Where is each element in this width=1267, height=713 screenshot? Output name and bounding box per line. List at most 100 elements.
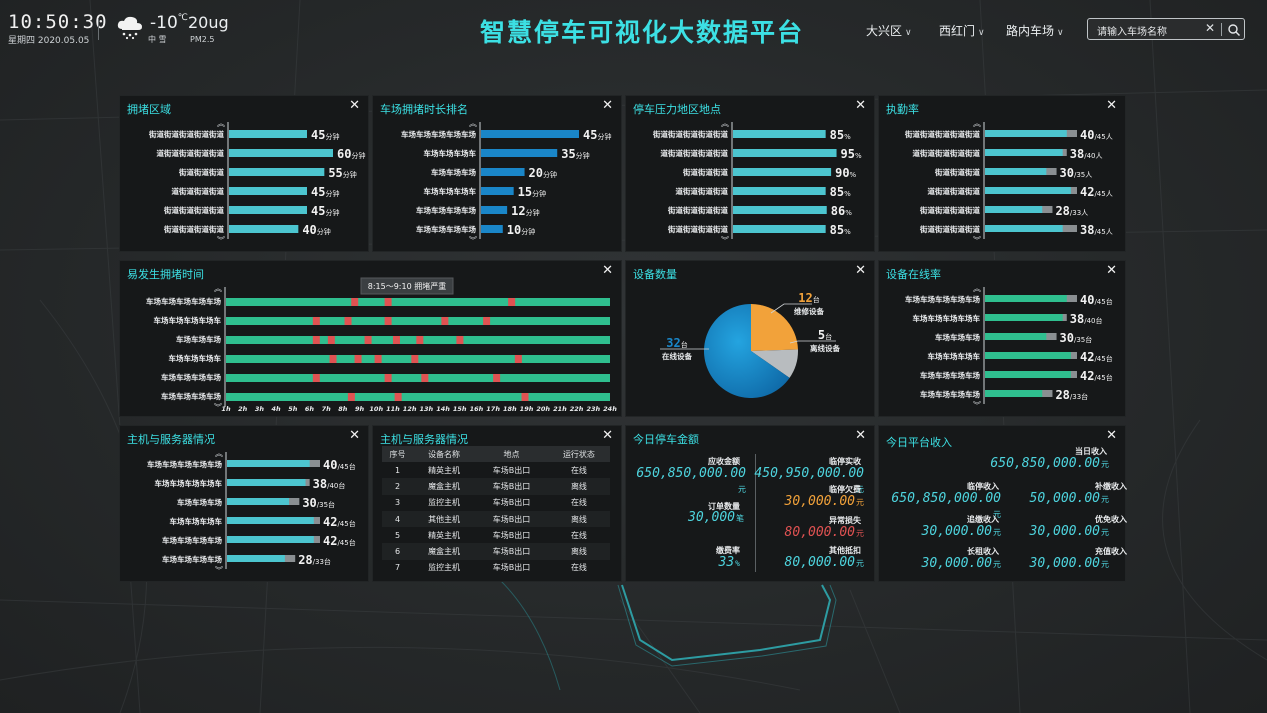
street-dropdown[interactable]: 西红门 ∨	[939, 22, 985, 39]
bar	[733, 225, 826, 233]
x-tick-label: 10h	[369, 405, 383, 413]
congestion-mark	[374, 355, 382, 363]
bar	[227, 555, 285, 562]
bar	[985, 352, 1071, 359]
table-cell: 3	[394, 498, 401, 508]
x-tick-label: 24h	[603, 405, 617, 413]
table-row[interactable]: 5 精英主机 车场B出口 在线	[382, 527, 610, 543]
scroll-up-icon[interactable]: ︽	[721, 119, 729, 128]
bar	[985, 295, 1067, 302]
value-label: 40分钟	[302, 223, 330, 237]
category-label: 街道街道街道街道	[163, 205, 224, 215]
scroll-down-icon[interactable]: ︾	[215, 566, 223, 575]
congestion-mark	[441, 317, 449, 325]
rate-value: 33%	[676, 555, 740, 570]
clock-date: 星期四 2020.05.05	[8, 36, 90, 46]
district-dropdown[interactable]: 大兴区 ∨	[866, 22, 912, 39]
search-input[interactable]: 请输入车场名称	[1097, 23, 1167, 38]
header-bar: 10:50:30 星期四 2020.05.05 -10℃ 中 雪 20ug PM…	[0, 0, 1267, 60]
table-cell: 2	[382, 478, 414, 495]
congestion-mark	[327, 336, 335, 344]
table-cell: 离线	[547, 478, 610, 495]
search-icon[interactable]	[1227, 23, 1241, 37]
category-label: 车场车场车场车场	[920, 389, 980, 399]
scroll-up-icon[interactable]: ︽	[973, 284, 981, 293]
table-cell: 车场B出口	[492, 465, 531, 475]
orders-number: 30,000	[688, 510, 735, 525]
category-label: 车场车场车场车场	[162, 535, 222, 545]
table-row[interactable]: 3 监控主机 车场B出口 在线	[382, 495, 610, 511]
category-label: 车场车场车场车场车	[154, 315, 222, 325]
value-label: 30/35台	[302, 496, 335, 510]
bar	[229, 130, 307, 138]
bar	[733, 149, 837, 157]
device-online-panel: 设备在线率 ✕ ︽ ︾ 车场车场车场车场车场 40/45台 车场车场车场车场车 38/40…	[878, 260, 1126, 417]
close-icon[interactable]: ✕	[602, 428, 613, 443]
bar	[985, 206, 1043, 213]
bar	[985, 225, 1063, 232]
category-label: 车场车场车场车场车场	[147, 459, 222, 469]
category-label: 车场车场车场	[431, 167, 476, 177]
table-row[interactable]: 2 魔盒主机 车场B出口 离线	[382, 478, 610, 495]
scroll-down-icon[interactable]: ︾	[721, 236, 729, 245]
parking-type-dropdown-label: 路内车场	[1006, 24, 1055, 38]
congestion-mark	[456, 336, 464, 344]
congestion-mark	[347, 393, 355, 401]
owed-value: 30,000.00元	[776, 494, 864, 509]
table-row[interactable]: 4 其他主机 车场B出口 离线	[382, 510, 610, 528]
scroll-up-icon[interactable]: ︽	[217, 119, 225, 128]
other-deduct-number: 80,000.00	[784, 555, 855, 570]
timeline-bar	[226, 393, 610, 401]
pm25-value: 20ug	[188, 13, 229, 32]
value-label: 90%	[835, 166, 856, 180]
scroll-down-icon[interactable]: ︾	[973, 236, 981, 245]
table-row[interactable]: 6 魔盒主机 车场B出口 离线	[382, 543, 610, 560]
value-label: 40/45台	[1080, 293, 1113, 307]
temperature-unit: ℃	[177, 13, 188, 23]
bar	[481, 130, 579, 138]
table-cell: 6	[382, 543, 414, 560]
table-row[interactable]: 1 精英主机 车场B出口 在线	[382, 462, 610, 478]
table-row[interactable]: 7 监控主机 车场B出口 在线	[382, 560, 610, 576]
value-label: 10分钟	[507, 223, 535, 237]
unit-label: 笔	[736, 514, 744, 523]
table-cell: 车场B出口	[475, 510, 548, 528]
value-label: 85%	[830, 128, 851, 142]
x-tick-label: 3h	[255, 405, 265, 413]
income-number: 650,850,000.00	[891, 491, 1001, 506]
bar	[229, 149, 333, 157]
search-box[interactable]: 请输入车场名称 ✕	[1087, 18, 1245, 40]
slice-value-label: 32台	[666, 336, 687, 350]
x-tick-label: 11h	[386, 405, 400, 413]
value-label: 95%	[841, 147, 862, 161]
congestion-mark	[411, 355, 419, 363]
scroll-down-icon[interactable]: ︾	[973, 401, 981, 410]
parking-type-dropdown[interactable]: 路内车场 ∨	[1006, 22, 1064, 39]
clock-time: 10:50:30	[8, 11, 108, 33]
unit-label: 元	[1101, 495, 1109, 504]
clear-search-icon[interactable]: ✕	[1205, 21, 1215, 35]
x-tick-label: 4h	[272, 405, 282, 413]
category-label: 车场车场车场车场车场	[401, 129, 476, 139]
bar	[985, 371, 1071, 378]
unit-label: 元	[993, 528, 1001, 537]
scroll-up-icon[interactable]: ︽	[214, 284, 222, 293]
value-label: 60分钟	[337, 147, 365, 161]
x-tick-label: 5h	[288, 405, 298, 413]
scroll-down-icon[interactable]: ︾	[469, 236, 477, 245]
scroll-up-icon[interactable]: ︽	[469, 119, 477, 128]
scroll-down-icon[interactable]: ︾	[217, 236, 225, 245]
table-cell: 监控主机	[428, 563, 461, 573]
bar	[985, 333, 1047, 340]
close-icon[interactable]: ✕	[1106, 428, 1117, 443]
unit-label: 元	[856, 498, 864, 507]
value-label: 42/45台	[323, 515, 356, 529]
scroll-up-icon[interactable]: ︽	[973, 119, 981, 128]
table-cell: 5	[394, 530, 401, 540]
category-label: 道街道街道街道	[676, 186, 729, 196]
close-icon[interactable]: ✕	[855, 428, 866, 443]
other-deduct-value: 80,000.00元	[776, 555, 864, 570]
scroll-up-icon[interactable]: ︽	[215, 449, 223, 458]
paid-number: 450,950,000.00	[754, 466, 864, 481]
category-label: 道街道街道街道	[172, 186, 225, 196]
